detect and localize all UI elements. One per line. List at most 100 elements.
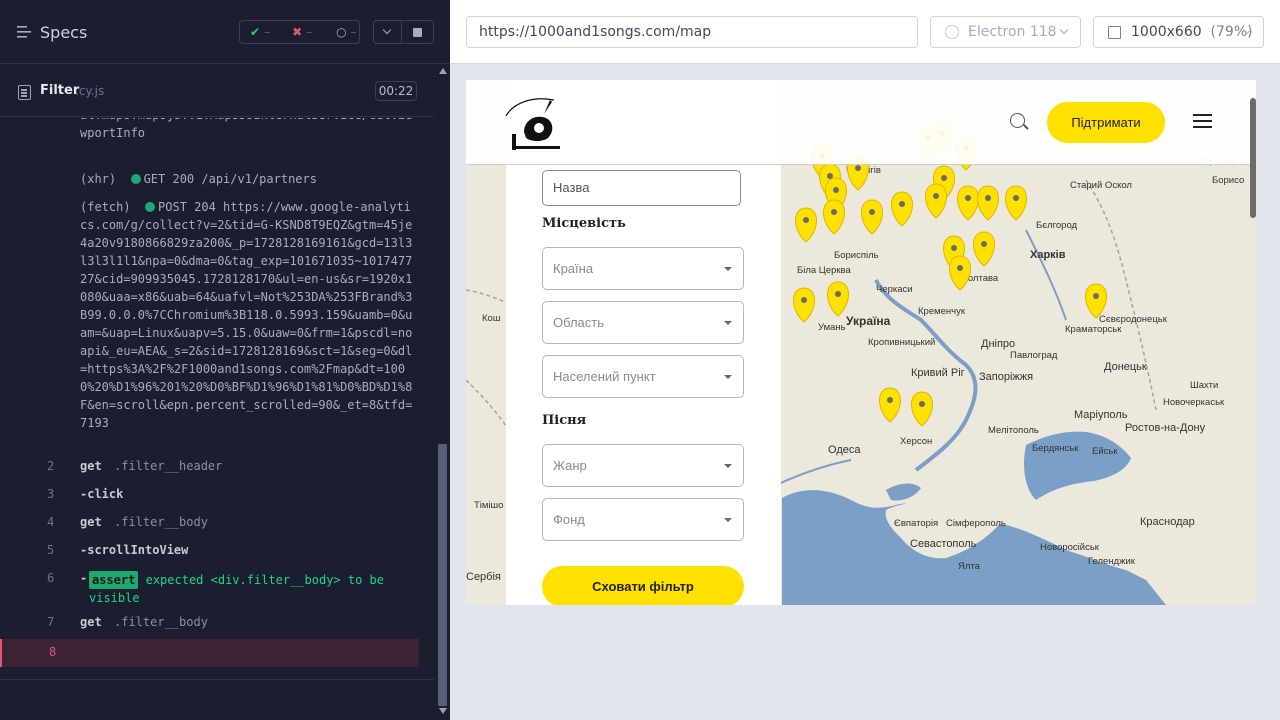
command-line[interactable]: 7 get .filter__body: [0, 609, 419, 637]
divider: [0, 679, 434, 680]
passed-count: –: [264, 25, 271, 39]
map-label: Умань: [818, 322, 846, 333]
command-arg: .filter__header: [114, 459, 223, 473]
map-pin-dot: [827, 173, 833, 179]
site-header: Підтримати: [466, 80, 1256, 165]
map-label: Тімішо: [474, 500, 503, 511]
map-label: Мелітополь: [988, 425, 1039, 436]
command-line[interactable]: 5 -scrollIntoView: [0, 537, 419, 565]
specs-list-icon[interactable]: [17, 25, 33, 39]
name-input[interactable]: Назва: [542, 170, 741, 206]
map-label: Кропивницький: [868, 337, 935, 348]
xhr-prefix: (xhr): [80, 172, 117, 186]
failed-icon: ✖: [292, 25, 303, 39]
browser-selector[interactable]: Electron 118: [930, 16, 1081, 48]
map-pin-dot: [981, 241, 987, 247]
stop-icon: [413, 28, 422, 37]
map-pin-dot: [869, 209, 875, 215]
fund-select[interactable]: Фонд: [542, 498, 744, 541]
run-timer: 00:22: [375, 81, 417, 101]
map-label: Севастополь: [910, 538, 977, 550]
app-preview: https://1000and1songs.com/map Electron 1…: [450, 0, 1280, 720]
test-status-counts: ✔ – ✖ – ○ –: [239, 20, 360, 44]
map-label: Новоросійськ: [1040, 542, 1100, 553]
specs-title[interactable]: Specs: [40, 23, 87, 42]
command-line[interactable]: 2 get .filter__header: [0, 453, 419, 481]
command-arg: .filter__body: [114, 515, 208, 529]
map-pin-dot: [801, 297, 807, 303]
map-label: Маріуполь: [1074, 409, 1128, 421]
location-heading: Місцевість: [542, 216, 626, 231]
electron-icon: [945, 25, 959, 39]
collapse-button[interactable]: [373, 20, 402, 44]
map-label: Геленджик: [1088, 556, 1136, 567]
log-partial-text: al.maps.mapsjs.v1.MapsJsInternalService/…: [80, 118, 412, 140]
map-label: Херсон: [900, 436, 932, 447]
assert-body: assert expected <div.filter__body> to be…: [89, 571, 407, 607]
page-scrollbar-thumb[interactable]: [1250, 98, 1256, 218]
viewport-selector[interactable]: 1000x660 (79%): [1093, 16, 1264, 48]
status-dot-icon: [130, 174, 141, 184]
support-button[interactable]: Підтримати: [1047, 102, 1165, 143]
log-scrollbar-thumb[interactable]: [438, 444, 447, 706]
map-pin-dot: [957, 265, 963, 271]
map-label: Харків: [1030, 249, 1066, 261]
map-pin-dot: [941, 175, 947, 181]
genre-select[interactable]: Жанр: [542, 444, 744, 487]
map-label: Старий Оскол: [1070, 180, 1132, 191]
command-log: al.maps.mapsjs.v1.MapsJsInternalService/…: [0, 118, 434, 678]
hamburger-menu-icon[interactable]: [1193, 114, 1212, 128]
browser-toolbar: https://1000and1songs.com/map Electron 1…: [450, 0, 1280, 64]
map-pin-dot: [899, 201, 905, 207]
log-partial[interactable]: al.maps.mapsjs.v1.MapsJsInternalService/…: [80, 118, 416, 142]
map-pin-dot: [951, 245, 957, 251]
map-label: Бориспіль: [834, 250, 879, 261]
country-select[interactable]: Країна: [542, 247, 744, 290]
active-command-line[interactable]: 8: [0, 639, 419, 667]
map-label: Борисо: [1212, 175, 1244, 186]
line-number: 3: [47, 487, 55, 501]
command-line[interactable]: 3 -click: [0, 481, 419, 509]
map-label: Біла Церква: [797, 265, 852, 276]
region-select[interactable]: Область: [542, 301, 744, 344]
map-label: Новочеркаськ: [1163, 397, 1225, 408]
scroll-down-icon[interactable]: [439, 708, 447, 714]
failed-count: –: [306, 25, 313, 39]
map-pin-dot: [855, 165, 861, 171]
line-number: 5: [47, 543, 55, 557]
settlement-select[interactable]: Населений пункт: [542, 355, 744, 398]
map-label: Україна: [846, 314, 891, 328]
map-label: Кременчук: [918, 306, 966, 317]
song-heading: Пісня: [542, 413, 587, 428]
map-pin-dot: [803, 217, 809, 223]
command-line[interactable]: 4 get .filter__body: [0, 509, 419, 537]
fetch-text: POST 204 https://www.google-analytics.co…: [80, 200, 413, 430]
command-name: -scrollIntoView: [80, 543, 189, 557]
xhr-entry[interactable]: (xhr) GET 200 /api/v1/partners: [80, 170, 416, 188]
assert-line[interactable]: 6 - assert expected <div.filter__body> t…: [0, 565, 419, 611]
line-number: 2: [47, 459, 55, 473]
fetch-entry[interactable]: (fetch) POST 204 https://www.google-anal…: [80, 198, 416, 432]
site-logo[interactable]: [504, 94, 570, 154]
url-bar[interactable]: https://1000and1songs.com/map: [466, 16, 918, 48]
map-pin-dot: [835, 291, 841, 297]
pending-count: –: [350, 25, 357, 39]
map-label: Кривий Ріг: [911, 367, 965, 379]
map-label: Кош: [482, 313, 500, 324]
command-name: get: [80, 615, 102, 629]
map-label: Бердянськ: [1032, 443, 1079, 454]
map-pin-dot: [887, 397, 893, 403]
search-icon[interactable]: [1010, 113, 1025, 128]
map-pin-dot: [985, 195, 991, 201]
file-icon: [18, 85, 31, 100]
stop-button[interactable]: [402, 20, 434, 44]
hide-filter-button[interactable]: Сховати фільтр: [542, 566, 744, 605]
map-label: Дніпро: [981, 338, 1015, 350]
scroll-up-icon[interactable]: [439, 68, 447, 74]
fetch-prefix: (fetch): [80, 200, 131, 214]
spec-file-name[interactable]: Filter: [40, 83, 79, 98]
spec-file-ext: .cy.js: [75, 84, 105, 98]
spec-file-header: Filter .cy.js 00:22: [0, 65, 434, 117]
map-pin-dot: [1093, 293, 1099, 299]
command-name: -: [80, 571, 88, 585]
